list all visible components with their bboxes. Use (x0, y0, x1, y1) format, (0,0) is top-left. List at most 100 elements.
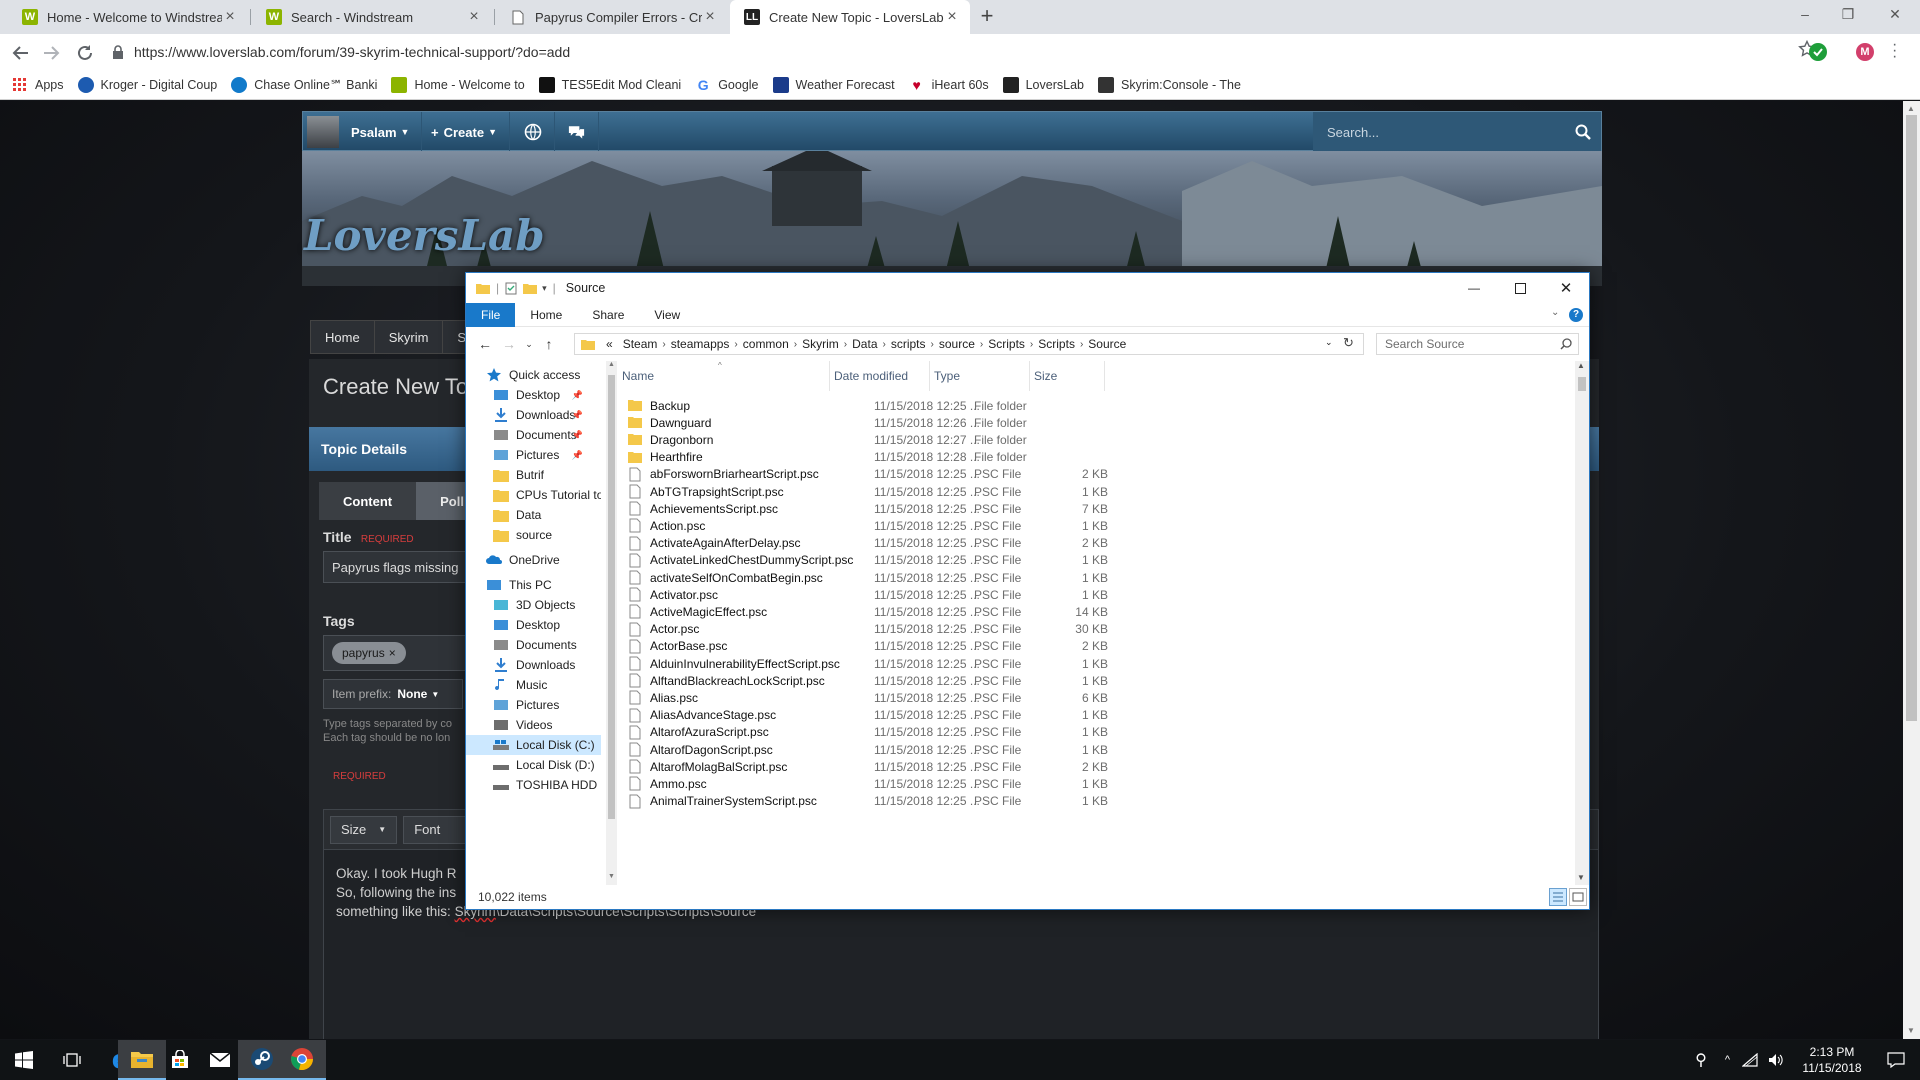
nav-item[interactable]: This PC (466, 575, 601, 595)
clock[interactable]: 2:13 PM 11/15/2018 (1792, 1044, 1872, 1076)
menu-dots-icon[interactable]: · · · (1892, 37, 1897, 65)
scrollbar-thumb[interactable] (1578, 377, 1586, 391)
help-icon[interactable]: ? (1569, 308, 1583, 322)
nav-item[interactable]: Documents 📌 (466, 425, 601, 445)
path-segment[interactable]: Source (1088, 337, 1126, 351)
search-icon[interactable] (1560, 338, 1572, 350)
scroll-down-icon[interactable]: ▼ (1907, 1026, 1915, 1035)
search-icon[interactable] (1575, 124, 1591, 140)
address-bar[interactable]: https://www.loverslab.com/forum/39-skyri… (112, 37, 1772, 67)
tab-content[interactable]: Content (319, 482, 417, 520)
chevron-right-icon[interactable]: › (1080, 339, 1083, 350)
forward-arrow-icon[interactable] (40, 42, 62, 64)
nav-item[interactable]: Butrif (466, 465, 601, 485)
chat-icon[interactable] (555, 112, 599, 152)
recent-locations-icon[interactable]: ⌄ (518, 333, 540, 355)
chevron-right-icon[interactable]: › (883, 339, 886, 350)
path-segment[interactable]: Scripts (988, 337, 1025, 351)
breadcrumb-skyrim[interactable]: Skyrim (373, 320, 444, 354)
bookmark-item[interactable]: Apps (12, 77, 64, 93)
item-prefix-select[interactable]: Item prefix: None ▼ (323, 679, 463, 709)
show-hidden-icons-icon[interactable]: ^ (1725, 1054, 1730, 1066)
scroll-down-icon[interactable]: ▼ (608, 873, 615, 880)
nav-item[interactable]: Data (466, 505, 601, 525)
breadcrumb-home[interactable]: Home (310, 320, 375, 354)
ribbon-tab-file[interactable]: File (466, 302, 516, 327)
nav-item[interactable]: Local Disk (C:) (466, 735, 601, 755)
scrollbar-thumb[interactable] (1906, 115, 1917, 721)
nav-item[interactable]: Pictures 📌 (466, 445, 601, 465)
nav-item[interactable]: source (466, 525, 601, 545)
expand-ribbon-icon[interactable]: ⌄ (1551, 307, 1559, 318)
path-segment[interactable]: Steam (623, 337, 658, 351)
file-row[interactable]: AnimalTrainerSystemScript.psc 11/15/2018 … (618, 791, 1108, 812)
large-icons-view-icon[interactable] (1569, 888, 1587, 906)
column-size[interactable]: Size (1030, 361, 1105, 391)
ribbon-tab-share[interactable]: Share (577, 303, 639, 327)
chevron-right-icon[interactable]: › (734, 339, 737, 350)
chrome-icon[interactable] (278, 1040, 326, 1080)
globe-icon[interactable] (511, 112, 555, 152)
path-segment[interactable]: Scripts (1038, 337, 1075, 351)
chevron-right-icon[interactable]: › (794, 339, 797, 350)
close-tab-icon[interactable]: × (466, 9, 482, 25)
remove-tag-icon[interactable]: × (389, 646, 396, 660)
path-segment[interactable]: « (606, 337, 613, 351)
mail-icon[interactable] (196, 1040, 244, 1080)
bookmark-item[interactable]: Skyrim:Console - The (1097, 76, 1241, 93)
chevron-right-icon[interactable]: › (980, 339, 983, 350)
bookmark-item[interactable]: Kroger - Digital Coup (77, 76, 217, 93)
bookmark-item[interactable]: Chase Online℠ Banki (231, 76, 377, 93)
loverslab-logo[interactable]: LoversLab (304, 211, 545, 260)
nav-item[interactable]: Videos (466, 715, 601, 735)
path-segment[interactable]: Data (852, 337, 877, 351)
nav-item[interactable]: Quick access (466, 365, 601, 385)
column-date[interactable]: Date modified (830, 361, 930, 391)
people-icon[interactable]: ⚲ (1695, 1050, 1707, 1070)
up-arrow-icon[interactable]: ↑ (538, 333, 560, 355)
back-arrow-icon[interactable]: ← (474, 333, 496, 355)
close-icon[interactable]: ✕ (1543, 273, 1589, 303)
chevron-right-icon[interactable]: › (931, 339, 934, 350)
scroll-up-icon[interactable]: ▲ (1577, 361, 1585, 370)
volume-icon[interactable] (1768, 1053, 1784, 1067)
file-list-scrollbar[interactable]: ▲ ▼ (1575, 361, 1589, 885)
scrollbar-thumb[interactable] (608, 375, 615, 819)
restore-icon[interactable]: ❐ (1833, 6, 1863, 26)
create-menu[interactable]: + Create ▼ (419, 112, 510, 152)
minimize-icon[interactable]: – (1790, 6, 1820, 26)
path-segment[interactable]: common (743, 337, 789, 351)
details-view-icon[interactable] (1549, 888, 1567, 906)
bookmark-item[interactable]: ♥ iHeart 60s (909, 77, 988, 93)
font-size-dropdown[interactable]: Size ▼ (330, 815, 398, 844)
bookmark-item[interactable]: Home - Welcome to (391, 76, 525, 93)
scroll-down-icon[interactable]: ▼ (1577, 873, 1585, 882)
browser-tab-active[interactable]: LL Create New Topic - LoversLab × (730, 0, 970, 34)
nav-scrollbar[interactable]: ▲ ▼ (606, 361, 617, 885)
nav-item[interactable]: Local Disk (D:) (466, 755, 601, 775)
path-segment[interactable]: Skyrim (802, 337, 839, 351)
bookmark-item[interactable]: G Google (695, 77, 759, 93)
extension-check-icon[interactable] (1809, 43, 1827, 61)
ribbon-tab-home[interactable]: Home (515, 303, 577, 327)
tag-chip[interactable]: papyrus × (332, 642, 406, 664)
browser-tab[interactable]: W Search - Windstream × (252, 0, 492, 34)
search-input[interactable]: Search Source (1376, 333, 1579, 355)
bookmark-item[interactable]: LoversLab (1002, 76, 1084, 93)
ribbon-tab-view[interactable]: View (639, 303, 695, 327)
page-scrollbar[interactable]: ▲ ▼ (1903, 101, 1920, 1039)
new-tab-button[interactable]: + (976, 5, 998, 28)
profile-avatar[interactable]: M (1856, 43, 1874, 61)
maximize-icon[interactable] (1497, 273, 1543, 303)
nav-item[interactable]: Desktop 📌 (466, 385, 601, 405)
path-segment[interactable]: scripts (891, 337, 926, 351)
minimize-icon[interactable]: — (1451, 273, 1497, 303)
user-menu[interactable]: Psalam ▼ (303, 112, 423, 152)
browser-tab[interactable]: W Home - Welcome to Windstream × (8, 0, 248, 34)
forward-arrow-icon[interactable]: → (498, 333, 520, 355)
nav-item[interactable]: TOSHIBA HDD (I (466, 775, 601, 795)
nav-item[interactable]: Documents (466, 635, 601, 655)
reload-icon[interactable] (74, 42, 96, 64)
close-tab-icon[interactable]: × (222, 9, 238, 25)
site-search-input[interactable]: Search... (1313, 112, 1601, 152)
